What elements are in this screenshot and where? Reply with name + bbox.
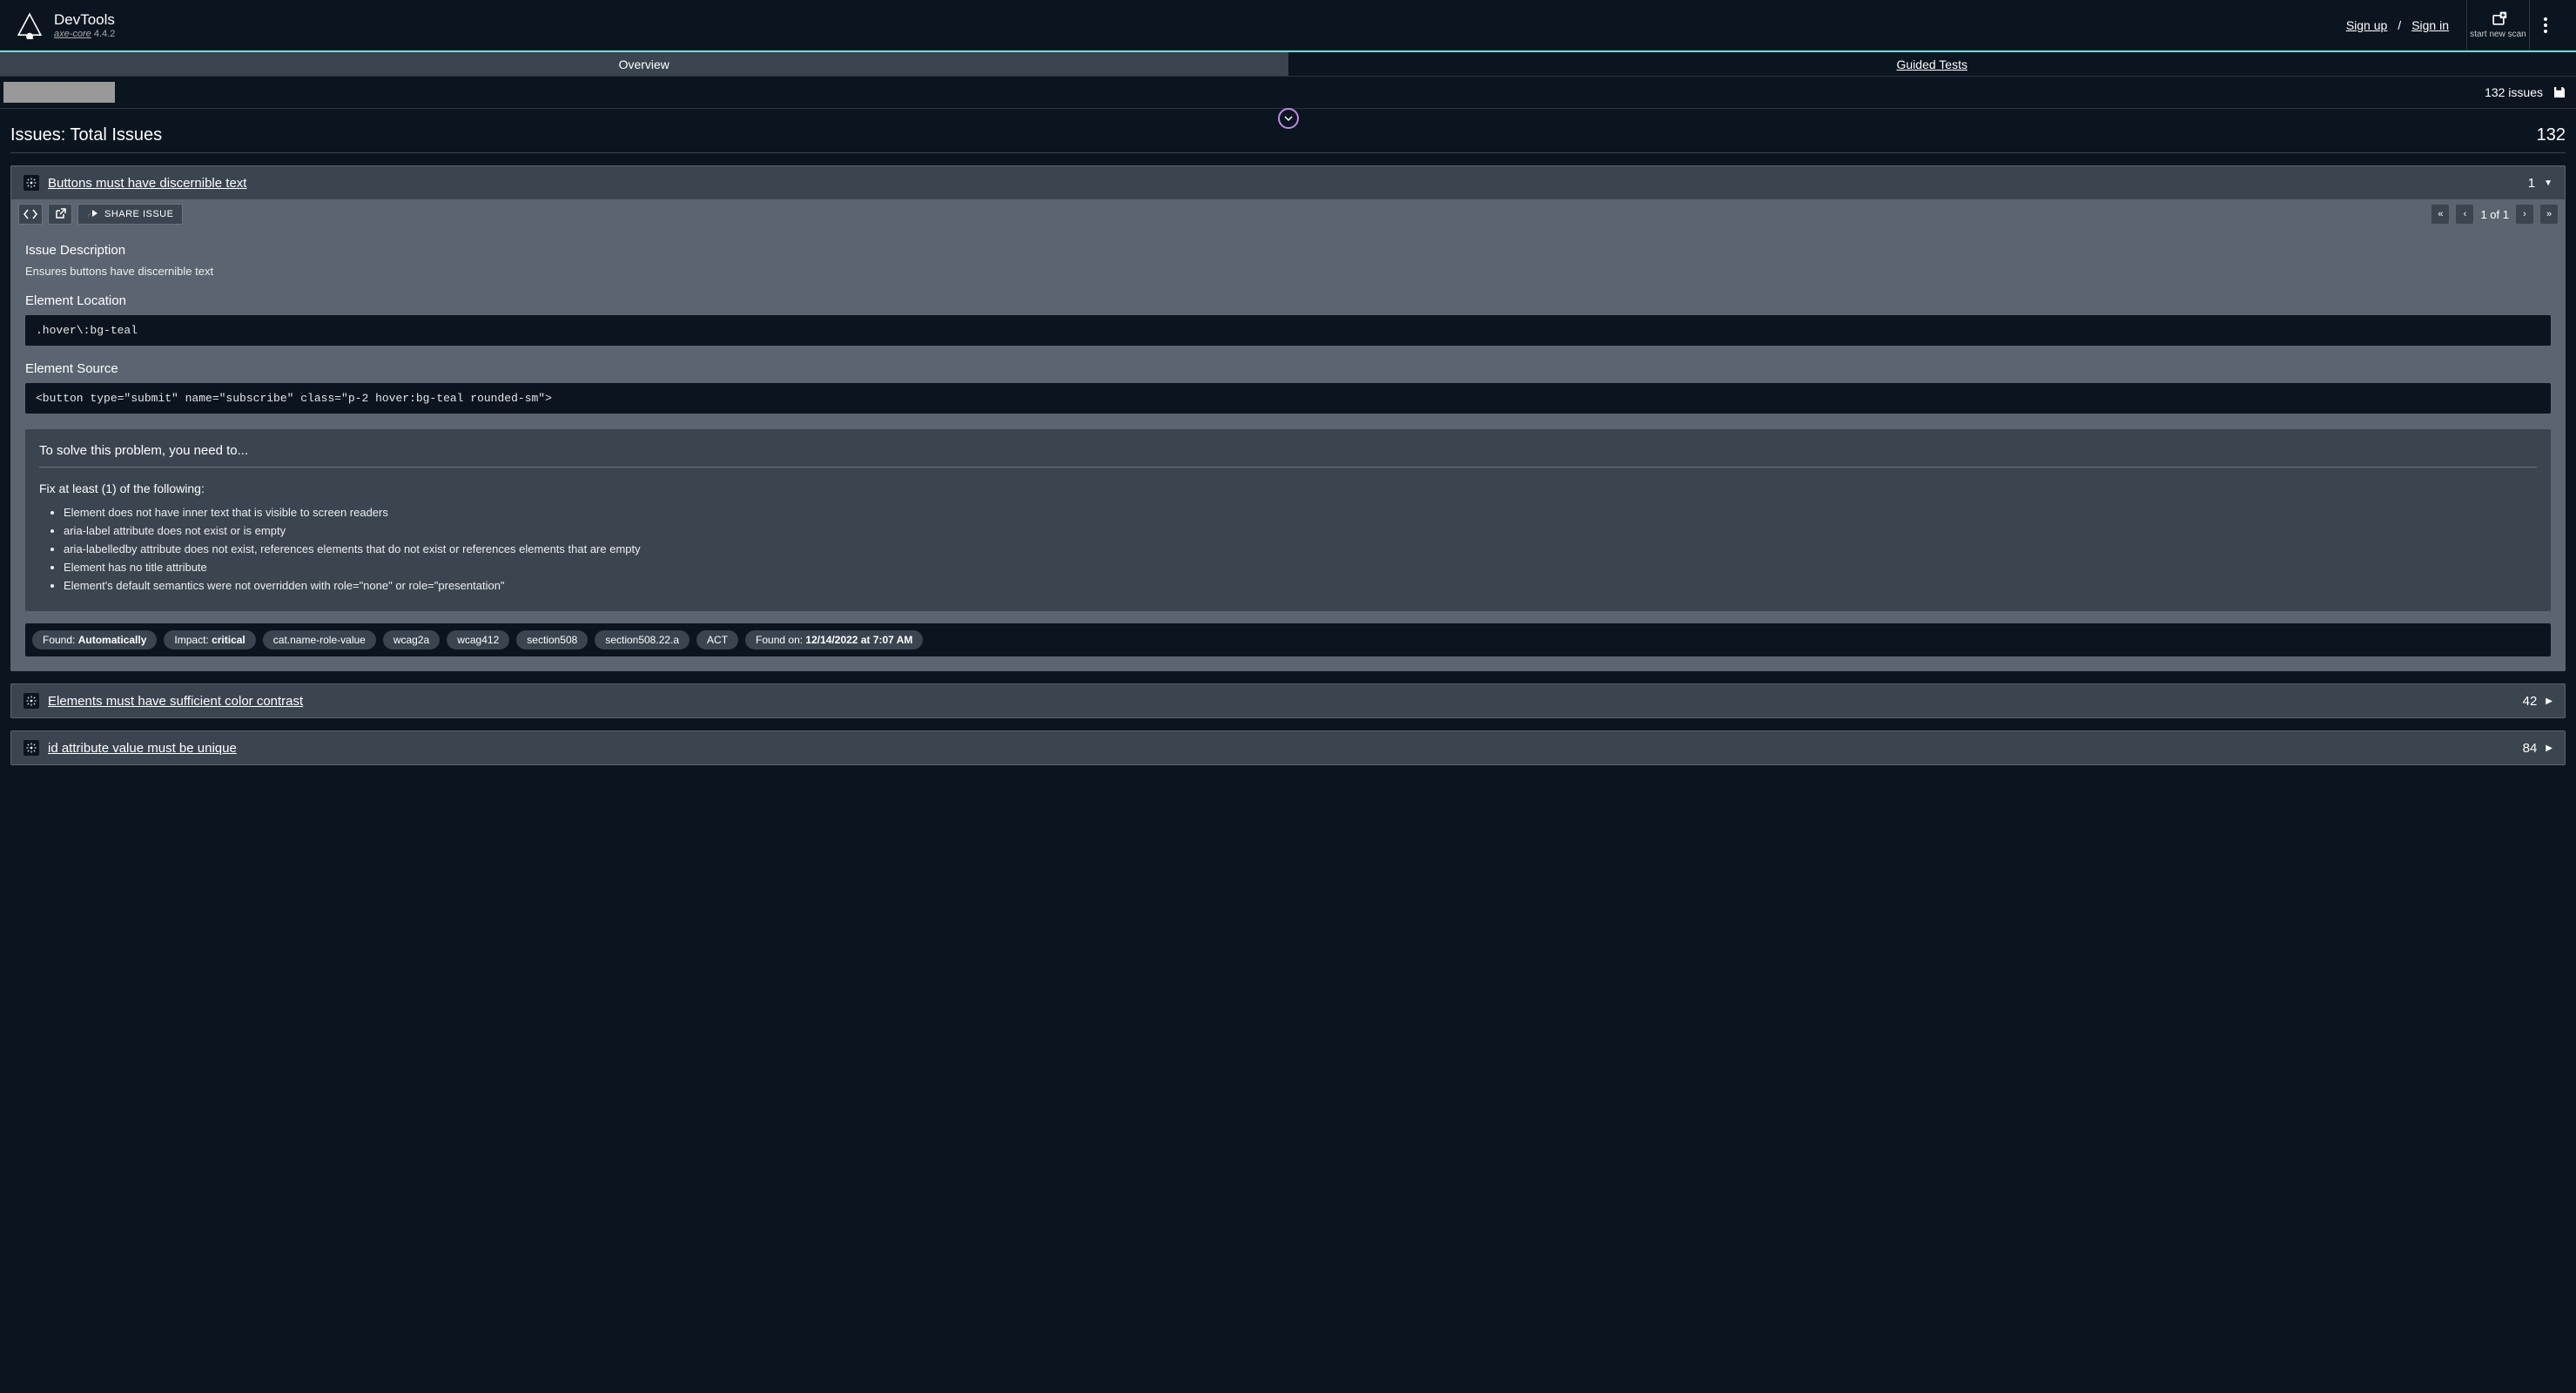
- save-icon[interactable]: [2552, 84, 2567, 100]
- issue-card-left: Buttons must have discernible text: [24, 175, 246, 191]
- issue-toolbar-left: SHARE ISSUE: [18, 204, 183, 225]
- src-code[interactable]: <button type="submit" name="subscribe" c…: [25, 383, 2551, 414]
- issue-pager: « ‹ 1 of 1 › »: [2431, 205, 2558, 224]
- pager-prev-button[interactable]: ‹: [2456, 205, 2473, 224]
- chip-found: Found: Automatically: [32, 630, 157, 649]
- desc-text: Ensures buttons have discernible text: [25, 265, 2551, 278]
- svg-text:ax: ax: [27, 35, 32, 39]
- fix-item: Element has no title attribute: [64, 561, 2537, 574]
- issue-card-buttons-discernible: Buttons must have discernible text 1 ▼ S…: [10, 165, 2566, 671]
- issue-title-link[interactable]: Buttons must have discernible text: [48, 176, 246, 191]
- share-issue-button[interactable]: SHARE ISSUE: [77, 204, 183, 225]
- fix-item: Element's default semantics were not ove…: [64, 579, 2537, 592]
- issue-card-right: 42 ▶: [2523, 694, 2552, 709]
- meta-row: Found: Automatically Impact: critical ca…: [25, 623, 2551, 656]
- axe-logo-icon: ax: [16, 11, 44, 39]
- issue-detail-toolbar: SHARE ISSUE « ‹ 1 of 1 › »: [11, 199, 2565, 229]
- issue-card-color-contrast: Elements must have sufficient color cont…: [10, 683, 2566, 718]
- share-label: SHARE ISSUE: [104, 209, 173, 219]
- highlight-icon[interactable]: [24, 693, 39, 709]
- chip-tag: cat.name-role-value: [263, 630, 376, 649]
- issue-card-right: 84 ▶: [2523, 741, 2552, 756]
- logo-title: DevTools: [54, 11, 115, 29]
- chevron-down-icon[interactable]: ▼: [2544, 178, 2552, 188]
- fix-heading: Fix at least (1) of the following:: [39, 481, 2537, 495]
- add-scan-icon: [2490, 10, 2507, 28]
- pager-first-button[interactable]: «: [2431, 205, 2449, 224]
- inspect-element-button[interactable]: [18, 204, 43, 225]
- header-left: ax DevTools axe-core 4.4.2: [16, 11, 115, 39]
- issue-card-left: Elements must have sufficient color cont…: [24, 693, 303, 709]
- issue-title-link[interactable]: Elements must have sufficient color cont…: [48, 694, 303, 709]
- expand-panel-button[interactable]: [1278, 108, 1299, 129]
- tab-overview[interactable]: Overview: [0, 52, 1288, 76]
- loc-code[interactable]: .hover\:bg-teal: [25, 315, 2551, 346]
- issue-count: 42: [2523, 694, 2538, 709]
- start-new-scan-button[interactable]: start new scan: [2466, 0, 2529, 50]
- issues-total-count: 132: [2537, 125, 2566, 145]
- external-link-icon: [54, 208, 66, 220]
- axe-version: 4.4.2: [94, 29, 115, 39]
- src-label: Element Source: [25, 361, 2551, 376]
- issue-count: 1: [2528, 176, 2535, 191]
- issue-card-unique-id: id attribute value must be unique 84 ▶: [10, 730, 2566, 765]
- highlight-icon[interactable]: [24, 740, 39, 756]
- chip-tag: section508: [516, 630, 588, 649]
- tab-guided-tests[interactable]: Guided Tests: [1288, 52, 2576, 76]
- sign-in-link[interactable]: Sign in: [2411, 18, 2449, 32]
- issue-title-link[interactable]: id attribute value must be unique: [48, 741, 237, 756]
- scan-selector[interactable]: [3, 82, 115, 103]
- main-content: Issues: Total Issues 132 Buttons must ha…: [0, 118, 2576, 776]
- issue-card-header[interactable]: Buttons must have discernible text 1 ▼: [11, 166, 2565, 199]
- chip-tag: wcag2a: [383, 630, 440, 649]
- more-menu-button[interactable]: [2529, 0, 2560, 50]
- axe-core-link[interactable]: axe-core: [54, 29, 91, 39]
- code-icon: [24, 209, 37, 219]
- solution-box: To solve this problem, you need to... Fi…: [25, 429, 2551, 611]
- issue-card-left: id attribute value must be unique: [24, 740, 237, 756]
- loc-label: Element Location: [25, 293, 2551, 308]
- chevron-down-icon: [1283, 113, 1294, 124]
- chip-tag: section508.22.a: [595, 630, 689, 649]
- main-tabs: Overview Guided Tests: [0, 50, 2576, 77]
- issues-summary: 132 issues: [2485, 85, 2543, 99]
- header-right: Sign up / Sign in start new scan: [2346, 0, 2560, 50]
- sign-up-link[interactable]: Sign up: [2346, 18, 2387, 32]
- issue-card-header[interactable]: Elements must have sufficient color cont…: [11, 684, 2565, 717]
- chevron-right-icon[interactable]: ▶: [2546, 744, 2552, 753]
- chip-foundon: Found on: 12/14/2022 at 7:07 AM: [745, 630, 923, 649]
- toolbar-right: 132 issues: [2485, 84, 2567, 100]
- issue-count: 84: [2523, 741, 2538, 756]
- issues-toolbar: 132 issues: [0, 77, 2576, 108]
- chip-tag: ACT: [696, 630, 738, 649]
- fix-item: Element does not have inner text that is…: [64, 506, 2537, 519]
- auth-links: Sign up / Sign in: [2346, 18, 2466, 32]
- start-new-scan-label: start new scan: [2470, 30, 2526, 39]
- chip-tag: wcag412: [447, 630, 509, 649]
- logo-text: DevTools axe-core 4.4.2: [54, 11, 115, 39]
- solution-title: To solve this problem, you need to...: [39, 443, 2537, 468]
- app-header: ax DevTools axe-core 4.4.2 Sign up / Sig…: [0, 0, 2576, 50]
- issues-title: Issues: Total Issues: [10, 125, 162, 145]
- pager-status: 1 of 1: [2480, 208, 2509, 221]
- auth-separator: /: [2398, 18, 2401, 32]
- logo-subtitle: axe-core 4.4.2: [54, 29, 115, 39]
- kebab-icon: [2544, 17, 2547, 33]
- fix-item: aria-label attribute does not exist or i…: [64, 524, 2537, 537]
- pager-last-button[interactable]: »: [2540, 205, 2558, 224]
- issue-card-header[interactable]: id attribute value must be unique 84 ▶: [11, 731, 2565, 764]
- issue-body: Issue Description Ensures buttons have d…: [11, 229, 2565, 670]
- pager-next-button[interactable]: ›: [2516, 205, 2533, 224]
- desc-label: Issue Description: [25, 243, 2551, 258]
- share-icon: [87, 209, 99, 219]
- chevron-right-icon[interactable]: ▶: [2546, 696, 2552, 706]
- open-external-button[interactable]: [48, 204, 72, 225]
- chip-impact: Impact: critical: [164, 630, 255, 649]
- toolbar-left: [3, 82, 115, 103]
- highlight-icon[interactable]: [24, 175, 39, 191]
- expander-row: [0, 108, 2576, 118]
- fix-item: aria-labelledby attribute does not exist…: [64, 542, 2537, 555]
- fix-list: Element does not have inner text that is…: [39, 506, 2537, 592]
- issue-card-right: 1 ▼: [2528, 176, 2552, 191]
